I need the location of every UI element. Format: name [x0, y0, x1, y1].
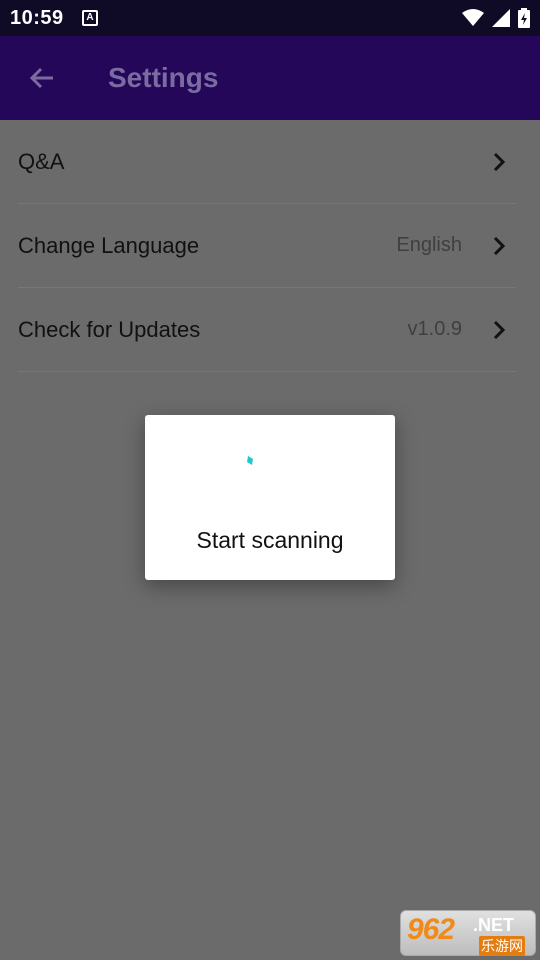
battery-icon [518, 8, 530, 28]
back-button[interactable] [22, 58, 62, 98]
watermark-chinese: 乐游网 [479, 936, 525, 956]
arrow-left-icon [29, 67, 53, 89]
watermark-suffix: .NET [473, 915, 515, 935]
chevron-right-icon [493, 320, 506, 340]
loading-spinner-icon [247, 456, 253, 465]
status-bar: 10:59 A [0, 0, 540, 36]
settings-item-value: v1.0.9 [407, 318, 462, 340]
settings-item-label: Q&A [18, 148, 65, 174]
progress-dialog: Start scanning [145, 415, 395, 580]
chevron-right-icon [493, 236, 506, 256]
settings-item-value: English [396, 234, 462, 256]
settings-item-check-updates[interactable]: Check for Updates v1.0.9 [18, 288, 516, 372]
page-title: Settings [108, 62, 219, 93]
settings-item-change-language[interactable]: Change Language English [18, 204, 516, 288]
wifi-icon [462, 9, 484, 26]
settings-item-label: Change Language [18, 232, 200, 258]
settings-list: Q&A Change Language English Check for Up… [18, 120, 516, 372]
status-icons [462, 7, 530, 29]
watermark-logo: 962 .NET 乐游网 [400, 910, 536, 956]
chevron-right-icon [493, 152, 506, 172]
notification-icon: A [82, 10, 98, 26]
settings-item-qa[interactable]: Q&A [18, 120, 516, 204]
signal-icon [492, 9, 510, 27]
dialog-message: Start scanning [196, 527, 344, 553]
settings-item-label: Check for Updates [18, 316, 201, 342]
watermark-number: 962 [407, 913, 455, 946]
app-bar: Settings [0, 36, 540, 120]
status-time: 10:59 [10, 7, 64, 29]
